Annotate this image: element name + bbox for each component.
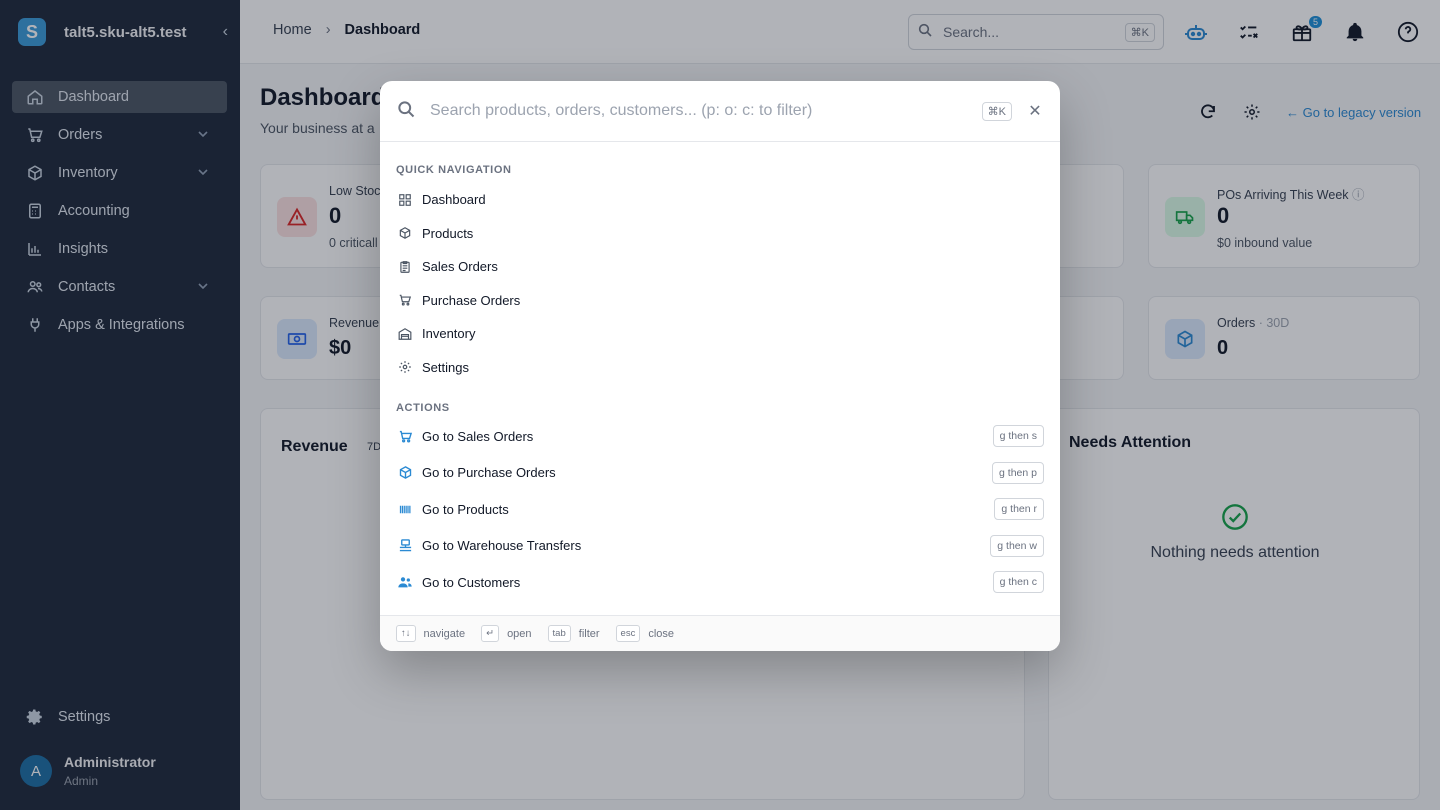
item-label: Purchase Orders	[422, 292, 521, 308]
item-label: Go to Warehouse Transfers	[422, 538, 582, 554]
transfer-icon	[396, 537, 414, 555]
action-go-to-sales-orders[interactable]: Go to Sales Orders g then s	[396, 418, 1044, 455]
keyboard-shortcut: g then r	[994, 498, 1044, 521]
item-label: Inventory	[422, 326, 476, 342]
item-label: Products	[422, 225, 474, 241]
cart-icon	[396, 427, 414, 445]
quick-nav-purchase-orders[interactable]: Purchase Orders	[396, 284, 1044, 318]
clipboard-icon	[396, 258, 414, 276]
palette-search-bar: ⌘K ✕	[380, 81, 1060, 142]
palette-body: QUICK NAVIGATION Dashboard Products Sale…	[380, 164, 1060, 601]
key-hint-label: close	[648, 627, 675, 640]
command-palette: ⌘K ✕ QUICK NAVIGATION Dashboard Products…	[380, 81, 1060, 651]
quick-nav-sales-orders[interactable]: Sales Orders	[396, 250, 1044, 284]
palette-search-input[interactable]	[430, 102, 982, 120]
key-hint-label: filter	[578, 627, 600, 640]
item-label: Go to Sales Orders	[422, 428, 534, 444]
key-hint: esc	[615, 625, 641, 642]
key-hint: ↵	[481, 625, 500, 642]
package-icon	[396, 464, 414, 482]
users-icon	[396, 573, 414, 591]
action-go-to-purchase-orders[interactable]: Go to Purchase Orders g then p	[396, 455, 1044, 492]
grid-icon	[396, 191, 414, 209]
package-icon	[396, 224, 414, 242]
quick-nav-inventory[interactable]: Inventory	[396, 317, 1044, 351]
keyboard-shortcut: g then p	[992, 461, 1044, 484]
keyboard-shortcut: g then c	[992, 571, 1044, 594]
item-label: Go to Products	[422, 501, 509, 517]
group-title-actions: ACTIONS	[396, 402, 450, 414]
action-go-to-products[interactable]: Go to Products g then r	[396, 491, 1044, 528]
quick-nav-settings[interactable]: Settings	[396, 351, 1044, 385]
item-label: Dashboard	[422, 192, 486, 208]
cart-icon	[396, 291, 414, 309]
warehouse-icon	[396, 325, 414, 343]
close-icon[interactable]: ✕	[1026, 102, 1044, 120]
key-hint-label: navigate	[423, 627, 466, 640]
item-label: Go to Purchase Orders	[422, 465, 556, 481]
item-label: Sales Orders	[422, 259, 498, 275]
gear-icon	[396, 358, 414, 376]
palette-footer: ↑↓ navigate ↵ open tab filter esc close	[380, 615, 1060, 651]
barcode-icon	[396, 500, 414, 518]
action-go-to-warehouse-transfers[interactable]: Go to Warehouse Transfers g then w	[396, 528, 1044, 565]
item-label: Settings	[422, 359, 469, 375]
item-label: Go to Customers	[422, 574, 521, 590]
quick-nav-products[interactable]: Products	[396, 217, 1044, 251]
palette-shortcut: ⌘K	[981, 101, 1012, 121]
quick-nav-dashboard[interactable]: Dashboard	[396, 183, 1044, 217]
keyboard-shortcut: g then s	[992, 425, 1044, 448]
key-hint: tab	[547, 625, 571, 642]
action-go-to-customers[interactable]: Go to Customers g then c	[396, 564, 1044, 601]
group-title-quick-navigation: QUICK NAVIGATION	[396, 164, 512, 176]
keyboard-shortcut: g then w	[990, 534, 1044, 557]
key-hint-label: open	[507, 627, 532, 640]
search-icon	[396, 99, 416, 124]
key-hint: ↑↓	[396, 625, 416, 642]
